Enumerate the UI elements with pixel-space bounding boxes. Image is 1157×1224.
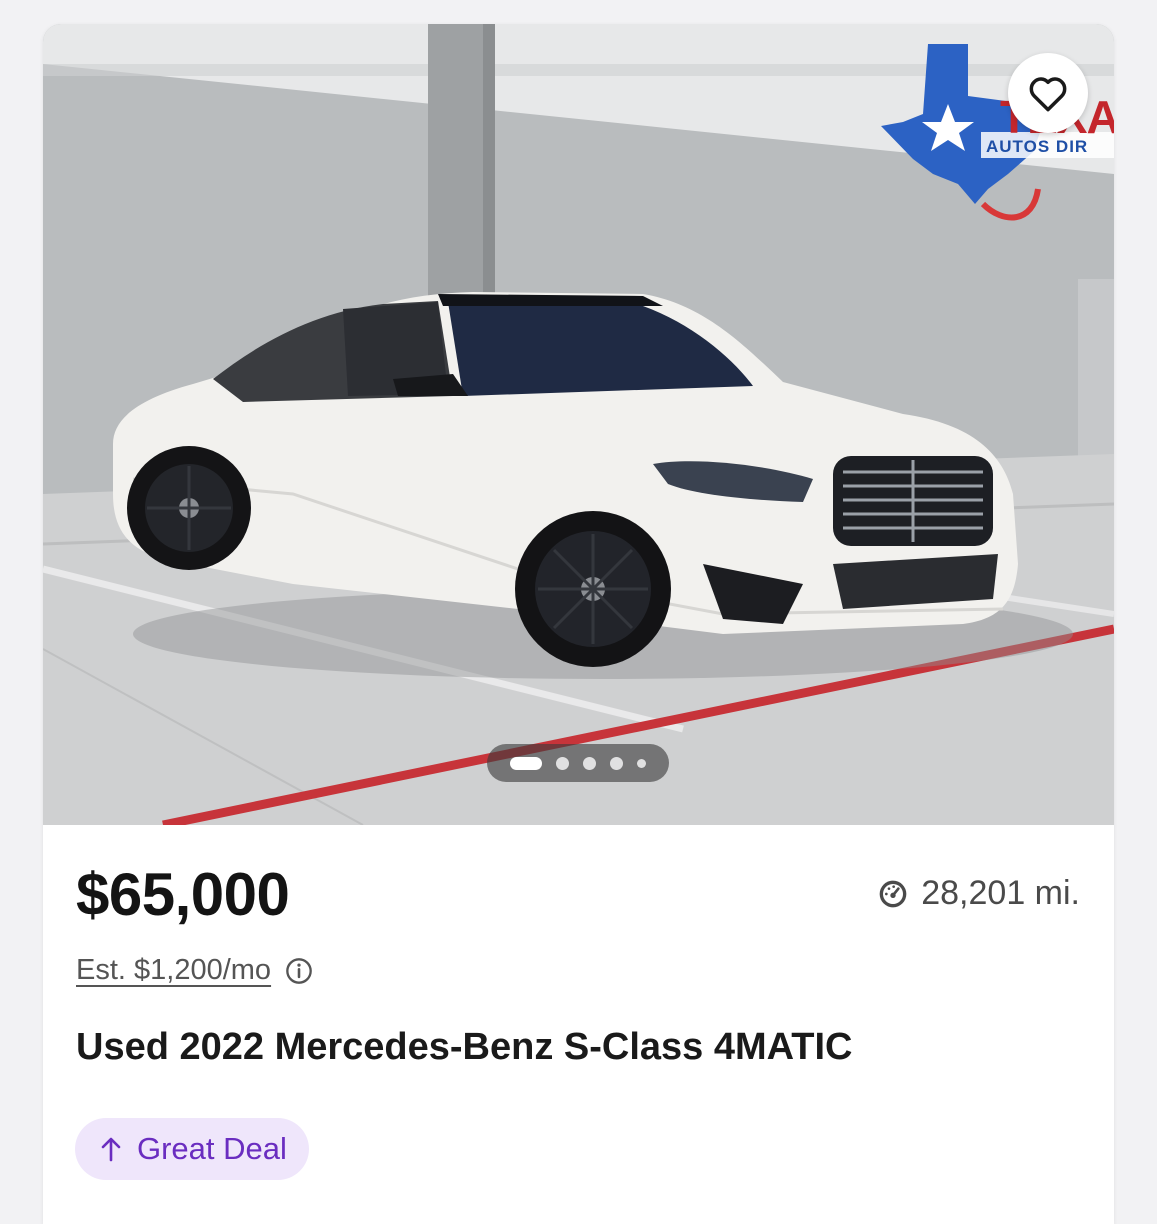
vehicle-photo[interactable]: TEXA AUTOS DIR <box>43 24 1114 825</box>
arrow-up-icon <box>101 1137 121 1162</box>
carousel-indicator[interactable] <box>487 744 669 782</box>
carousel-dot-1[interactable] <box>510 756 542 770</box>
carousel-dot-3[interactable] <box>583 756 596 770</box>
mileage: 28,201 mi. <box>877 874 1080 913</box>
vehicle-photo-image <box>43 24 1114 825</box>
dealer-logo-subtext: AUTOS DIR <box>986 137 1089 156</box>
estimated-payment: Est. $1,200/mo <box>76 954 313 987</box>
listing-title[interactable]: Used 2022 Mercedes-Benz S-Class 4MATIC <box>76 1026 852 1069</box>
carousel-dot-4[interactable] <box>610 756 623 770</box>
estimated-payment-link[interactable]: Est. $1,200/mo <box>76 954 271 987</box>
mileage-value: 28,201 mi. <box>921 874 1080 912</box>
carousel-dot-5[interactable] <box>637 758 646 768</box>
deal-badge-label: Great Deal <box>137 1131 287 1166</box>
carousel-dot-2[interactable] <box>556 756 569 770</box>
listing-price: $65,000 <box>76 861 290 928</box>
listing-card[interactable]: TEXA AUTOS DIR $65,000 28,201 mi. <box>43 24 1114 1224</box>
info-icon[interactable] <box>285 957 313 985</box>
favorite-button[interactable] <box>1008 53 1088 133</box>
heart-icon <box>1029 77 1067 112</box>
speedometer-icon <box>879 880 907 907</box>
deal-badge: Great Deal <box>75 1118 309 1180</box>
